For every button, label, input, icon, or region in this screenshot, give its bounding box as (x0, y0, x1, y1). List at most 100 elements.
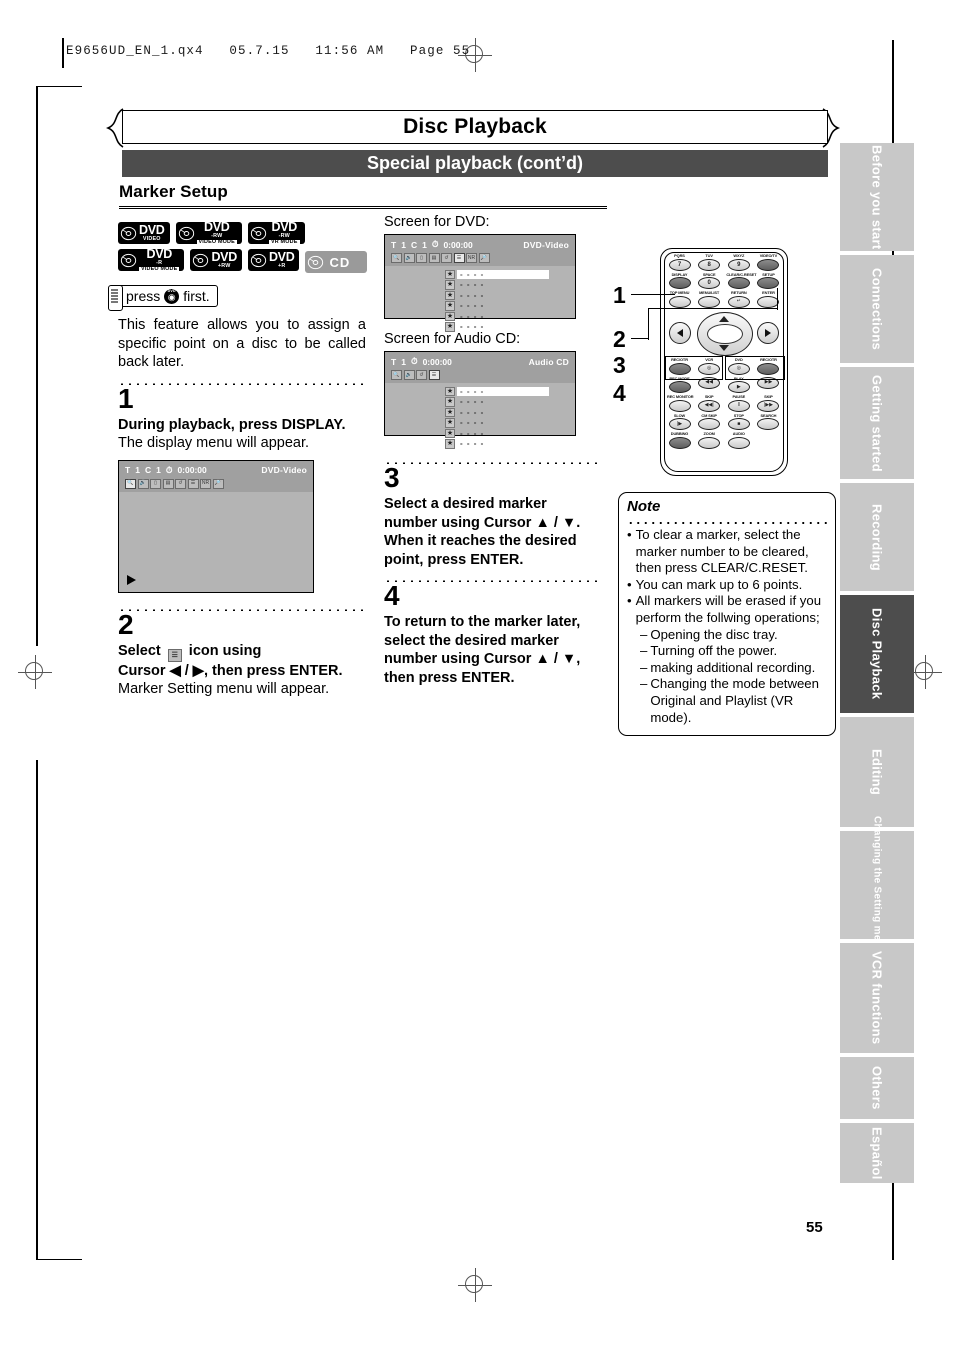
remote-key-search[interactable]: SEARCH (756, 413, 781, 430)
remote-key-button[interactable]: 7 (668, 258, 691, 271)
remote-key-button[interactable] (698, 436, 721, 449)
zoom-icon[interactable]: 🔎 (478, 253, 490, 263)
angle-icon[interactable]: ▤ (428, 253, 440, 263)
search-icon[interactable]: 🔍 (391, 253, 402, 263)
remote-key-button[interactable] (698, 418, 721, 430)
noise-reduction-icon[interactable]: NR (200, 478, 211, 489)
remote-key-button[interactable] (757, 418, 780, 430)
remote-key-button[interactable] (668, 381, 691, 393)
marker-row[interactable]: ★ - - - - (445, 397, 549, 408)
remote-key-button[interactable] (727, 436, 750, 449)
marker-row[interactable]: ★ - - - - (445, 418, 549, 429)
remote-key-slow[interactable]: SLOW |▶ (667, 413, 692, 430)
remote-key-audio[interactable]: AUDIO (726, 431, 751, 449)
remote-key-button[interactable]: ◀◀| (698, 399, 721, 412)
cursor-center[interactable] (707, 324, 743, 344)
remote-key-button[interactable]: ‖ (727, 399, 750, 412)
remote-key-button[interactable]: 9 (727, 258, 750, 271)
remote-key-button[interactable] (727, 277, 750, 289)
marker-row[interactable]: ★ - - - - (445, 407, 549, 418)
marker-row[interactable]: ★ - - - - (445, 322, 549, 333)
cursor-right-button[interactable] (757, 322, 779, 344)
search-icon[interactable]: 🔍 (391, 370, 402, 380)
remote-key-stop[interactable]: STOP ■ (726, 413, 751, 430)
side-tab-before-you-start[interactable]: Before you start (840, 143, 914, 251)
audio-icon[interactable]: 🔊 (403, 370, 415, 380)
side-tab-changing-setting-menu[interactable]: Changing the Setting menu (840, 816, 914, 954)
side-tab-connections[interactable]: Connections (840, 255, 914, 363)
subtitle-icon[interactable]: ▯ (416, 253, 427, 263)
remote-key-menu-list[interactable]: MENU/LIST (697, 290, 722, 308)
audio-icon[interactable]: 🔊 (137, 478, 149, 489)
side-tab-others[interactable]: Others (840, 1057, 914, 1119)
marker-row[interactable]: ★ - - - - (445, 311, 549, 322)
side-tab-espanol[interactable]: Español (840, 1123, 914, 1183)
side-tab-vcr-functions[interactable]: VCR functions (840, 943, 914, 1053)
remote-key-label: VIDEO/TV (759, 253, 778, 258)
remote-key-button[interactable] (668, 399, 691, 412)
remote-key-cm-skip[interactable]: CM SKIP (697, 413, 722, 430)
step-2-select-label: Select (118, 642, 161, 659)
disc-badge-main: DVD (271, 219, 297, 234)
side-tab-disc-playback[interactable]: Disc Playback (840, 595, 914, 713)
remote-key-display[interactable]: DISPLAY (667, 272, 692, 289)
remote-key-space[interactable]: SPACE 0 (697, 272, 722, 289)
repeat-icon[interactable]: ↺ (416, 370, 427, 380)
angle-icon[interactable]: ▤ (162, 478, 174, 489)
remote-key-video-tv[interactable]: VIDEO/TV (756, 253, 781, 271)
side-tab-getting-started[interactable]: Getting started (840, 367, 914, 479)
remote-key-skip-back[interactable]: SKIP ◀◀| (697, 394, 722, 412)
remote-key-button[interactable]: 8 (698, 258, 721, 271)
remote-key-clear-creset[interactable]: CLEAR/C.RESET (726, 272, 756, 289)
remote-key-zoom[interactable]: ZOOM (697, 431, 722, 449)
remote-key-button[interactable] (757, 258, 780, 271)
remote-key-dubbing[interactable]: DUBBING (667, 431, 692, 449)
remote-key-return[interactable]: RETURN ↵ (726, 290, 751, 308)
remote-key[interactable]: TUV 8 (697, 253, 722, 271)
marker-row[interactable]: ★ - - - - (445, 386, 549, 397)
remote-key-button[interactable]: 0 (698, 277, 721, 289)
marker-row[interactable]: ★ - - - - (445, 290, 549, 301)
side-tab-recording[interactable]: Recording (840, 483, 914, 591)
remote-cursor-pad[interactable] (669, 312, 779, 356)
marker-row[interactable]: ★ - - - - (445, 439, 549, 450)
step-number-3: 3 (384, 462, 400, 493)
remote-key-skip-forward[interactable]: SKIP |▶▶ (756, 394, 781, 412)
remote-key-pause[interactable]: PAUSE ‖ (726, 394, 751, 412)
remote-key-button[interactable] (698, 295, 721, 308)
remote-key-button[interactable]: ■ (727, 418, 750, 430)
remote-icon (108, 285, 123, 311)
remote-key-button[interactable] (668, 436, 691, 449)
marker-icon[interactable]: ☰ (187, 478, 199, 489)
side-tab-editing[interactable]: Editing (840, 717, 914, 827)
remote-key-rec-monitor[interactable]: REC MONITOR (667, 394, 694, 412)
remote-key-button[interactable] (668, 277, 691, 289)
remote-key-button[interactable]: |▶ (668, 418, 691, 430)
subtitle-icon[interactable]: ▯ (150, 478, 161, 489)
zoom-icon[interactable]: 🔎 (212, 478, 224, 489)
noise-reduction-icon[interactable]: NR (466, 253, 477, 263)
marker-icon[interactable]: ☰ (453, 253, 465, 263)
remote-key-button[interactable]: ↵ (727, 295, 750, 308)
marker-row[interactable]: ★ - - - - (445, 428, 549, 439)
marker-icon[interactable]: ☰ (428, 370, 440, 380)
side-tab-label: Recording (869, 503, 885, 571)
search-icon[interactable]: 🔍 (125, 478, 136, 489)
marker-row[interactable]: ★ - - - - (445, 280, 549, 291)
remote-key-button[interactable]: |▶▶ (757, 399, 780, 412)
remote-key-setup[interactable]: SETUP (756, 272, 781, 289)
osd-status-bar: T 1 C 1 ⏱ 0:00:00 DVD-Video 🔍 🔊 ▯ ▤ ↺ ☰ … (385, 235, 575, 266)
marker-row[interactable]: ★ - - - - (445, 301, 549, 312)
cursor-down-icon[interactable] (719, 345, 729, 351)
repeat-icon[interactable]: ↺ (175, 478, 186, 489)
repeat-icon[interactable]: ↺ (441, 253, 452, 263)
cursor-left-button[interactable] (669, 322, 691, 344)
remote-key[interactable]: WXYZ 9 (726, 253, 751, 271)
remote-key[interactable]: PQRS 7 (667, 253, 692, 271)
remote-key-button[interactable]: ▶ (727, 381, 750, 393)
disc-badge-mode: VR MODE (268, 238, 300, 246)
audio-icon[interactable]: 🔊 (403, 253, 415, 263)
marker-row[interactable]: ★ - - - - (445, 269, 549, 280)
cursor-up-icon[interactable] (719, 316, 729, 322)
remote-key-button[interactable] (668, 295, 691, 308)
